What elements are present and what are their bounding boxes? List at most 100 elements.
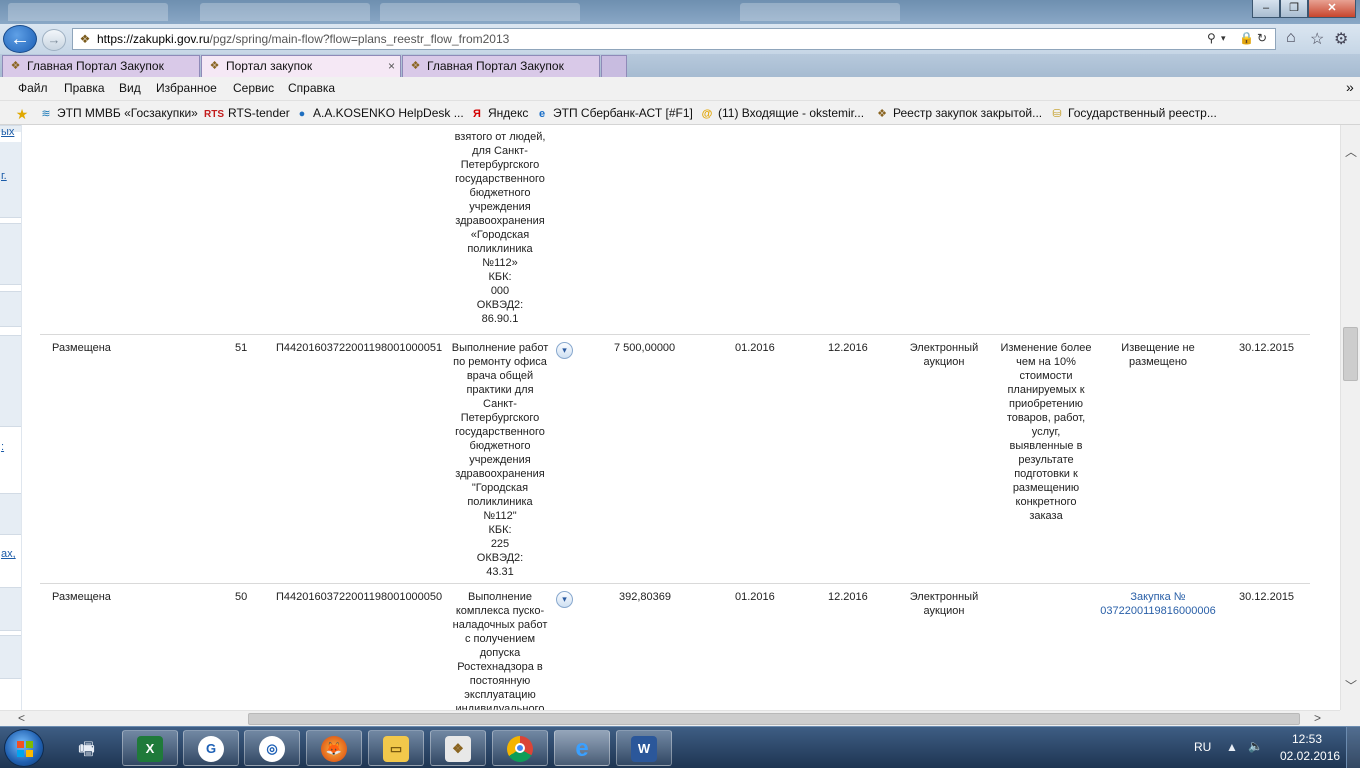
url-path: /pgz/spring/main-flow?flow=plans_reestr_… [209, 32, 510, 46]
favorite-helpdesk[interactable]: ● А.А.KOSENKO HelpDesk ... [294, 106, 464, 120]
menu-overflow-icon[interactable]: » [1346, 79, 1354, 95]
sidebar-block [0, 223, 21, 285]
table-cell-date: 30.12.2015 [1239, 591, 1295, 603]
left-sidebar-strip: ых г. : ах, [0, 125, 22, 710]
table-cell-description: Выполнение комплекса пуско- наладочных р… [452, 591, 548, 710]
navigation-bar: ← → ❖ https://zakupki.gov.ru/pgz/spring/… [0, 24, 1360, 54]
background-tab-ghost [8, 3, 168, 21]
forward-button[interactable]: → [42, 29, 66, 51]
clock-time[interactable]: 12:53 [1292, 732, 1322, 746]
eagle-icon: ❖ [877, 108, 887, 120]
sidebar-link[interactable]: г. [1, 170, 7, 182]
blue-app-icon: G [198, 736, 224, 762]
refresh-icon[interactable]: ↻ [1257, 31, 1267, 45]
tab-strip: ❖ Главная Портал Закупок ❖ Портал закупо… [0, 54, 1360, 77]
tab-main-portal-2[interactable]: ❖ Главная Портал Закупок [402, 55, 600, 77]
favorite-mail[interactable]: @ (11) Входящие - okstemir... [699, 106, 864, 120]
sidebar-link[interactable]: : [1, 441, 4, 453]
menu-file[interactable]: Файл [18, 81, 48, 95]
vertical-scrollbar[interactable]: ︿ ﹀ [1340, 125, 1360, 710]
address-url[interactable]: https://zakupki.gov.ru/pgz/spring/main-f… [97, 32, 509, 46]
background-tab-ghost [200, 3, 370, 21]
favorite-yandex[interactable]: Я Яндекс [469, 106, 528, 120]
table-cell-number: 51 [235, 342, 248, 354]
row-details-dropdown-button[interactable]: ▾ [556, 342, 573, 359]
table-cell-code: П44201603722001198001000050 [276, 591, 443, 603]
vertical-scroll-thumb[interactable] [1343, 327, 1358, 381]
scroll-up-arrow-icon[interactable]: ︿ [1344, 143, 1358, 160]
menu-tools[interactable]: Сервис [233, 81, 274, 95]
taskbar-word[interactable]: W [616, 730, 672, 766]
taskbar-firefox[interactable]: 🦊 [306, 730, 362, 766]
lock-icon[interactable]: 🔒 [1239, 31, 1254, 45]
favorite-label: RTS-tender [228, 106, 290, 120]
tab-main-portal-1[interactable]: ❖ Главная Портал Закупок [2, 55, 200, 77]
search-icon[interactable]: ⚲ [1207, 31, 1216, 45]
network-device-icon[interactable]: 🖷 [78, 737, 95, 767]
tray-expand-icon[interactable]: ▲ [1226, 740, 1238, 754]
scroll-down-arrow-icon[interactable]: ﹀ [1344, 677, 1358, 694]
table-cell-number: 50 [235, 591, 248, 603]
sidebar-block [0, 335, 21, 427]
sidebar-link[interactable]: ых [1, 126, 14, 138]
taskbar-eagle-app[interactable]: ❖ [430, 730, 486, 766]
volume-icon[interactable]: 🔈 [1248, 739, 1263, 753]
back-button[interactable]: ← [3, 25, 37, 53]
close-window-button[interactable]: ✕ [1308, 0, 1356, 18]
gear-icon[interactable]: ⚙ [1334, 29, 1348, 49]
start-button[interactable] [4, 729, 44, 767]
dropdown-arrow-icon[interactable]: ▾ [1221, 33, 1226, 44]
tab-procurement-portal[interactable]: ❖ Портал закупок × [201, 55, 401, 77]
language-indicator[interactable]: RU [1194, 740, 1211, 754]
favorite-state-registry[interactable]: ⛁ Государственный реестр... [1049, 106, 1217, 120]
favorite-label: (11) Входящие - okstemir... [718, 106, 865, 120]
eagle-icon: ❖ [445, 736, 471, 762]
address-bar[interactable]: ❖ https://zakupki.gov.ru/pgz/spring/main… [72, 28, 1276, 50]
taskbar-internet-explorer[interactable]: e [554, 730, 610, 766]
taskbar-app-target[interactable]: ◎ [244, 730, 300, 766]
table-cell-amount: 7 500,00000 [614, 342, 676, 354]
sidebar-block [0, 493, 21, 535]
menu-edit[interactable]: Правка [64, 81, 105, 95]
procurement-link[interactable]: Закупка № 0372200119816000006 [1096, 590, 1220, 618]
scroll-right-arrow-icon[interactable]: > [1314, 711, 1321, 725]
page-content: ых г. : ах, взятого от людей, для Санкт-… [0, 125, 1340, 710]
add-favorites-star-icon[interactable]: ★ [14, 106, 33, 123]
favorites-star-icon[interactable]: ☆ [1310, 29, 1324, 49]
taskbar-explorer[interactable]: ▭ [368, 730, 424, 766]
favorite-label: Государственный реестр... [1068, 106, 1217, 120]
clock-date[interactable]: 02.02.2016 [1280, 749, 1340, 763]
table-cell-status: Размещена [52, 591, 111, 603]
horizontal-scrollbar[interactable]: < > [0, 710, 1340, 726]
table-cell-start-date: 01.2016 [735, 342, 775, 354]
sidebar-link[interactable]: ах, [1, 548, 16, 560]
horizontal-scroll-thumb[interactable] [248, 713, 1300, 725]
favorite-mmvb[interactable]: ≋ ЭТП ММВБ «Госзакупки» [38, 106, 197, 120]
table-cell-code: П44201603722001198001000051 [276, 342, 443, 354]
taskbar-app-blue[interactable]: G [183, 730, 239, 766]
home-icon[interactable]: ⌂ [1286, 29, 1296, 47]
close-tab-icon[interactable]: × [388, 56, 395, 77]
taskbar-chrome[interactable] [492, 730, 548, 766]
menu-view[interactable]: Вид [119, 81, 141, 95]
minimize-button[interactable]: – [1252, 0, 1280, 18]
favorite-sberbank-ast[interactable]: e ЭТП Сбербанк-АСТ [#F1] [534, 106, 693, 120]
menu-favorites[interactable]: Избранное [156, 81, 217, 95]
favorite-rts[interactable]: RTS RTS-tender [204, 106, 290, 120]
favorite-label: А.А.KOSENKO HelpDesk ... [313, 106, 464, 120]
coins-icon: ⛁ [1052, 108, 1062, 120]
chrome-icon [507, 736, 533, 762]
ie-icon: e [575, 735, 589, 762]
maximize-button[interactable]: ❐ [1280, 0, 1308, 18]
table-row-divider [40, 583, 1310, 584]
yandex-icon: Я [473, 108, 481, 120]
show-desktop-button[interactable] [1346, 727, 1360, 768]
background-tab-ghost [380, 3, 580, 21]
menu-help[interactable]: Справка [288, 81, 335, 95]
new-tab-button[interactable] [601, 55, 627, 77]
taskbar-excel[interactable]: X [122, 730, 178, 766]
favorite-closed-procurement-registry[interactable]: ❖ Реестр закупок закрытой... [874, 106, 1042, 120]
scroll-left-arrow-icon[interactable]: < [18, 711, 25, 725]
background-tab-ghost [740, 3, 900, 21]
row-details-dropdown-button[interactable]: ▾ [556, 591, 573, 608]
